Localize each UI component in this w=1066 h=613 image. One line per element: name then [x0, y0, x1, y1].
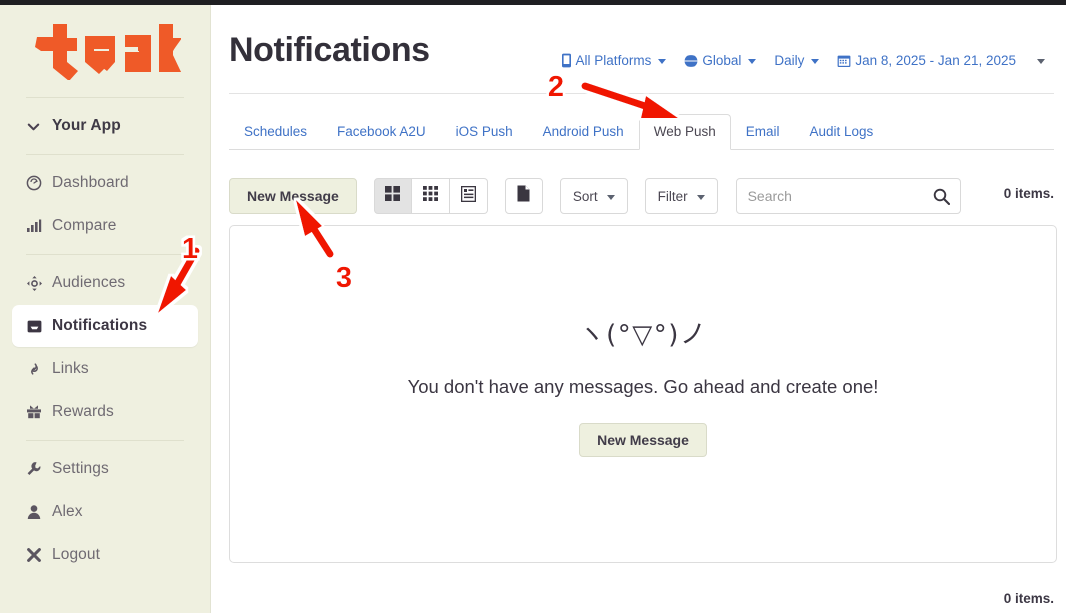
sidebar-item-logout[interactable]: Logout	[12, 534, 198, 576]
page-view-button[interactable]	[504, 178, 543, 214]
region-filter-label: Global	[702, 53, 742, 68]
sidebar-item-label: Logout	[52, 546, 101, 563]
header-filter-bar: All Platforms Global Daily Jan 8, 2025 -…	[552, 53, 1054, 68]
view-grid-2x2-button[interactable]	[373, 178, 412, 214]
tab-ios-push[interactable]: iOS Push	[441, 114, 528, 150]
view-grid-3x3-button[interactable]	[411, 178, 450, 214]
search-input[interactable]	[736, 179, 960, 213]
app-root: Your App Dashboard Compare Audiences Not…	[0, 0, 1066, 613]
view-list-detail-button[interactable]	[449, 178, 488, 214]
sidebar-group-analytics: Dashboard Compare	[0, 155, 210, 254]
items-count-bottom: 0 items.	[1003, 591, 1054, 606]
globe-icon	[684, 53, 699, 68]
region-filter-dropdown[interactable]: Global	[675, 53, 765, 68]
wrench-icon	[26, 461, 52, 477]
empty-state: ヽ(°▽°)ノ You don't have any messages. Go …	[230, 314, 1056, 457]
sort-label: Sort	[572, 188, 598, 204]
granularity-filter-label: Daily	[774, 53, 805, 68]
sidebar-item-dashboard[interactable]: Dashboard	[12, 162, 198, 204]
move-crosshair-icon	[26, 275, 52, 292]
document-page-icon	[517, 185, 530, 207]
tab-facebook-a2u[interactable]: Facebook A2U	[322, 114, 441, 150]
header-overflow-dropdown[interactable]	[1025, 57, 1054, 64]
calendar-icon	[837, 54, 851, 68]
gauge-icon	[26, 175, 52, 191]
new-message-button[interactable]: New Message	[229, 178, 357, 214]
sidebar-group-account: Settings Alex Logout	[0, 441, 210, 583]
tab-android-push[interactable]: Android Push	[528, 114, 639, 150]
sidebar-item-label: Your App	[52, 117, 121, 134]
chevron-down-icon	[696, 194, 705, 200]
empty-state-message: You don't have any messages. Go ahead an…	[407, 376, 879, 397]
platform-filter-dropdown[interactable]: All Platforms	[552, 53, 676, 68]
kaomoji-art: ヽ(°▽°)ノ	[578, 320, 708, 350]
header-divider	[229, 93, 1054, 94]
x-mark-icon	[26, 547, 52, 563]
sidebar: Your App Dashboard Compare Audiences Not…	[0, 5, 211, 613]
tab-web-push[interactable]: Web Push	[638, 114, 731, 150]
grid-2x2-icon	[385, 186, 401, 206]
sidebar-item-label: Rewards	[52, 403, 114, 420]
chevron-down-icon	[811, 59, 820, 64]
sidebar-item-notifications[interactable]: Notifications	[12, 305, 198, 347]
chain-link-icon	[26, 361, 52, 377]
sidebar-item-label: Notifications	[52, 317, 148, 334]
sidebar-app-group: Your App	[0, 98, 210, 154]
sidebar-item-compare[interactable]: Compare	[12, 205, 198, 247]
sidebar-item-settings[interactable]: Settings	[12, 448, 198, 490]
sidebar-item-label: Compare	[52, 217, 117, 234]
gift-icon	[26, 404, 52, 420]
user-icon	[26, 504, 52, 520]
filter-dropdown-button[interactable]: Filter	[644, 178, 718, 214]
granularity-filter-dropdown[interactable]: Daily	[765, 53, 828, 68]
messages-panel: ヽ(°▽°)ノ You don't have any messages. Go …	[229, 225, 1057, 563]
view-mode-group	[373, 178, 488, 214]
sort-dropdown-button[interactable]: Sort	[559, 178, 628, 214]
sidebar-item-label: Links	[52, 360, 89, 377]
sidebar-item-your-app[interactable]: Your App	[12, 105, 198, 147]
sidebar-item-label: Dashboard	[52, 174, 129, 191]
toolbar: New Message Sort Filter Search	[229, 177, 1057, 215]
main-content: Notifications All Platforms Global Daily…	[211, 5, 1066, 613]
chevron-down-icon	[606, 194, 615, 200]
sidebar-item-label: Alex	[52, 503, 83, 520]
sidebar-item-links[interactable]: Links	[12, 348, 198, 390]
sidebar-group-marketing: Audiences Notifications Links Rewards	[0, 255, 210, 440]
teak-logo-icon	[35, 24, 181, 80]
grid-3x3-icon	[422, 186, 438, 206]
chevron-down-icon	[658, 59, 667, 64]
items-count-top: 0 items.	[1003, 186, 1054, 201]
chevron-down-icon	[26, 119, 52, 134]
platform-filter-label: All Platforms	[575, 53, 652, 68]
filter-label: Filter	[657, 188, 688, 204]
page-title: Notifications	[229, 31, 430, 69]
magnifier-icon[interactable]	[933, 188, 950, 210]
chevron-down-icon	[1037, 59, 1045, 64]
date-range-picker[interactable]: Jan 8, 2025 - Jan 21, 2025	[828, 53, 1025, 68]
sidebar-item-audiences[interactable]: Audiences	[12, 262, 198, 304]
mobile-phone-icon	[561, 53, 572, 68]
sidebar-item-user-alex[interactable]: Alex	[12, 491, 198, 533]
tab-email[interactable]: Email	[731, 114, 795, 150]
sidebar-item-rewards[interactable]: Rewards	[12, 391, 198, 433]
inbox-icon	[26, 318, 52, 335]
date-range-label: Jan 8, 2025 - Jan 21, 2025	[855, 53, 1016, 68]
tab-bar: Schedules Facebook A2U iOS Push Android …	[229, 112, 1054, 150]
teak-logo[interactable]	[0, 5, 210, 97]
sidebar-item-label: Settings	[52, 460, 109, 477]
sidebar-item-label: Audiences	[52, 274, 126, 291]
page-header: Notifications All Platforms Global Daily…	[211, 5, 1066, 94]
empty-state-new-message-button[interactable]: New Message	[579, 423, 707, 457]
search-box	[735, 178, 961, 214]
tab-schedules[interactable]: Schedules	[229, 114, 322, 150]
bar-chart-icon	[26, 218, 52, 234]
chevron-down-icon	[748, 59, 757, 64]
tab-audit-logs[interactable]: Audit Logs	[795, 114, 889, 150]
list-detail-icon	[460, 185, 477, 207]
